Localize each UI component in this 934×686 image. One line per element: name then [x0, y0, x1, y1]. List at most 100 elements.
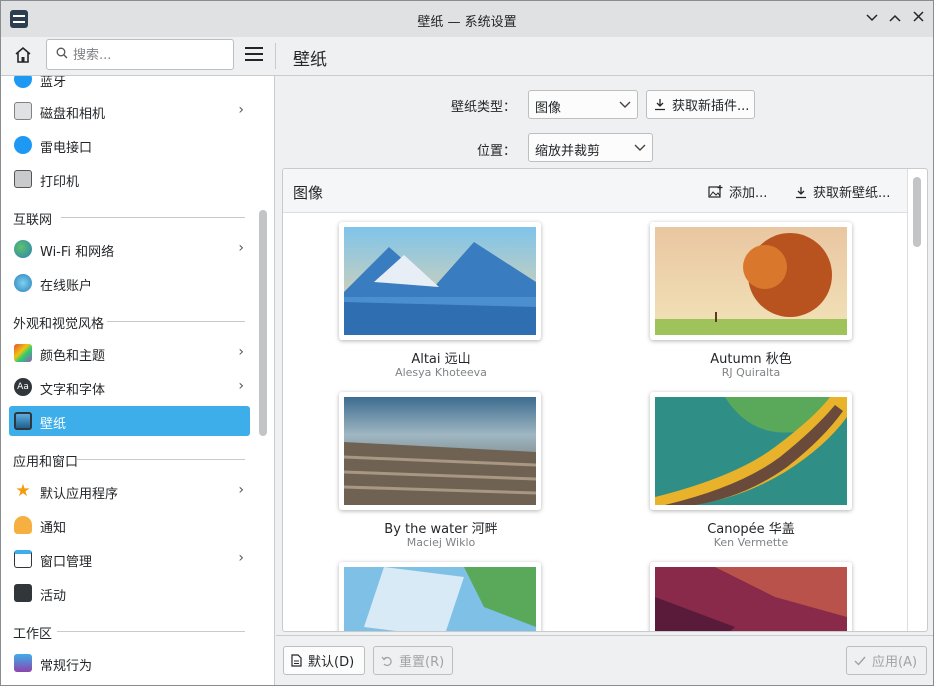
minimize-button[interactable]: [862, 9, 882, 29]
wallpaper-preview-image: [344, 397, 536, 505]
get-new-plugins-button[interactable]: 获取新插件...: [646, 90, 755, 119]
general-behavior-icon: [14, 654, 32, 672]
search-input[interactable]: [73, 45, 223, 65]
wallpaper-preview-image: [655, 227, 847, 335]
search-field[interactable]: [46, 39, 234, 70]
wallpaper-type-label: 壁纸类型：: [450, 100, 516, 115]
sidebar-item-bluetooth[interactable]: 蓝牙: [9, 76, 250, 94]
toolbar-separator: [275, 43, 276, 69]
wallpaper-thumbnail-canopee[interactable]: [650, 392, 852, 510]
sidebar-item-wallpaper[interactable]: 壁纸: [9, 406, 250, 436]
sidebar-item-wifi[interactable]: Wi-Fi 和网络 ›: [9, 234, 250, 264]
maximize-button[interactable]: [885, 9, 905, 29]
hamburger-icon: [245, 47, 263, 49]
download-icon: [796, 187, 806, 199]
sidebar-item-activities[interactable]: 活动: [9, 578, 250, 608]
checkmark-icon: [854, 656, 866, 666]
globe-icon: [14, 240, 32, 258]
wallpaper-author: RJ Quiralta: [721, 366, 781, 379]
wallpaper-author: Ken Vermette: [713, 536, 789, 549]
wallpaper-type-combo[interactable]: 图像: [528, 90, 638, 119]
get-new-wallpapers-button[interactable]: 获取新壁纸...: [795, 182, 890, 201]
sidebar-item-disks-cameras[interactable]: 磁盘和相机 ›: [9, 96, 250, 126]
search-icon: [56, 47, 68, 59]
wallpaper-thumbnail-by-the-water[interactable]: [339, 392, 541, 510]
toolbar: 壁纸: [1, 37, 933, 76]
download-icon: [655, 99, 665, 111]
apply-button[interactable]: 应用(A): [846, 646, 927, 675]
wallpaper-preview-image: [655, 397, 847, 505]
category-apps-windows: 应用和窗口: [13, 449, 245, 470]
disk-icon: [14, 102, 32, 120]
sidebar-item-default-apps[interactable]: ★ 默认应用程序 ›: [9, 476, 250, 506]
wallpaper-thumbnail-row3-right[interactable]: [650, 562, 852, 631]
position-combo[interactable]: 缩放并裁剪: [528, 133, 653, 162]
chevron-down-icon: [634, 144, 646, 151]
wallpaper-name: By the water 河畔: [384, 522, 498, 537]
sidebar-item-window-management[interactable]: 窗口管理 ›: [9, 544, 250, 574]
accounts-icon: [14, 274, 32, 292]
chevron-right-icon: ›: [238, 102, 244, 118]
title-bar: 壁纸 — 系统设置: [1, 1, 933, 37]
sidebar-item-printers[interactable]: 打印机: [9, 164, 250, 194]
category-workspace: 工作区: [13, 621, 245, 642]
wallpaper-thumbnail-autumn[interactable]: [650, 222, 852, 340]
chevron-up-icon: [889, 14, 901, 22]
chevron-right-icon: ›: [238, 344, 244, 360]
close-button[interactable]: [908, 9, 928, 29]
window-title: 壁纸 — 系统设置: [417, 15, 517, 30]
wallpaper-icon: [14, 412, 32, 430]
wallpaper-author: Alesya Khoteeva: [395, 366, 487, 379]
star-icon: ★: [15, 481, 31, 501]
wallpaper-thumbnail-altai[interactable]: [339, 222, 541, 340]
sidebar-item-notifications[interactable]: 通知: [9, 510, 250, 540]
sidebar-scrollbar[interactable]: [259, 210, 267, 436]
printer-icon: [14, 170, 32, 188]
wallpaper-author: Maciej Wiklo: [406, 536, 476, 549]
wallpaper-name: Canopée 华盖: [707, 522, 795, 537]
sidebar-item-text-fonts[interactable]: Aa 文字和字体 ›: [9, 372, 250, 402]
chevron-down-icon: [619, 101, 631, 108]
defaults-button[interactable]: 默认(D): [283, 646, 365, 675]
category-appearance: 外观和视觉风格: [13, 311, 245, 332]
page-title: 壁纸: [293, 50, 327, 70]
chevron-right-icon: ›: [238, 482, 244, 498]
chevron-down-icon: [866, 14, 878, 22]
sidebar-item-general-behavior[interactable]: 常规行为: [9, 648, 250, 678]
wallpaper-thumbnail-row3-left[interactable]: [339, 562, 541, 631]
sidebar-item-thunderbolt[interactable]: 雷电接口: [9, 130, 250, 160]
menu-button[interactable]: [245, 47, 263, 63]
add-image-button[interactable]: 添加...: [708, 182, 767, 201]
font-icon: Aa: [14, 378, 32, 396]
chevron-right-icon: ›: [238, 550, 244, 566]
sidebar-item-online-accounts[interactable]: 在线账户: [9, 268, 250, 298]
settings-window: 壁纸 — 系统设置 壁纸 蓝牙 磁盘和相机: [0, 0, 934, 686]
image-panel-header: 图像 添加... 获取新壁纸...: [283, 169, 907, 213]
image-panel-scrollbar[interactable]: [913, 177, 921, 247]
chevron-right-icon: ›: [238, 378, 244, 394]
undo-icon: [381, 656, 392, 666]
wallpaper-name: Altai 远山: [411, 352, 471, 367]
bluetooth-icon: [14, 76, 32, 88]
home-button[interactable]: [13, 45, 37, 67]
image-panel-title: 图像: [293, 184, 324, 202]
activities-icon: [14, 584, 32, 602]
wallpaper-preview-image: [655, 567, 847, 631]
wallpaper-page: 壁纸类型： 图像 获取新插件... 位置： 缩放并裁剪 图像 添加... 获取新…: [276, 76, 933, 685]
reset-button[interactable]: 重置(R): [373, 646, 453, 675]
position-label: 位置：: [476, 144, 516, 159]
home-icon: [15, 46, 31, 63]
image-panel: 图像 添加... 获取新壁纸... Altai 远山 Alesya Khotee…: [282, 168, 928, 632]
thunderbolt-icon: [14, 136, 32, 154]
wallpaper-name: Autumn 秋色: [710, 352, 792, 367]
footer-bar: 默认(D) 重置(R) 应用(A): [276, 635, 933, 685]
chevron-right-icon: ›: [238, 240, 244, 256]
sidebar-item-colors-themes[interactable]: 颜色和主题 ›: [9, 338, 250, 368]
wallpaper-preview-image: [344, 567, 536, 631]
bell-icon: [14, 516, 32, 534]
wallpaper-preview-image: [344, 227, 536, 335]
sidebar: 蓝牙 磁盘和相机 › 雷电接口 打印机 互联网 Wi-Fi 和网络 › 在线账户: [1, 76, 275, 685]
window-icon: [14, 550, 32, 568]
category-internet: 互联网: [13, 207, 245, 228]
palette-icon: [14, 344, 32, 362]
